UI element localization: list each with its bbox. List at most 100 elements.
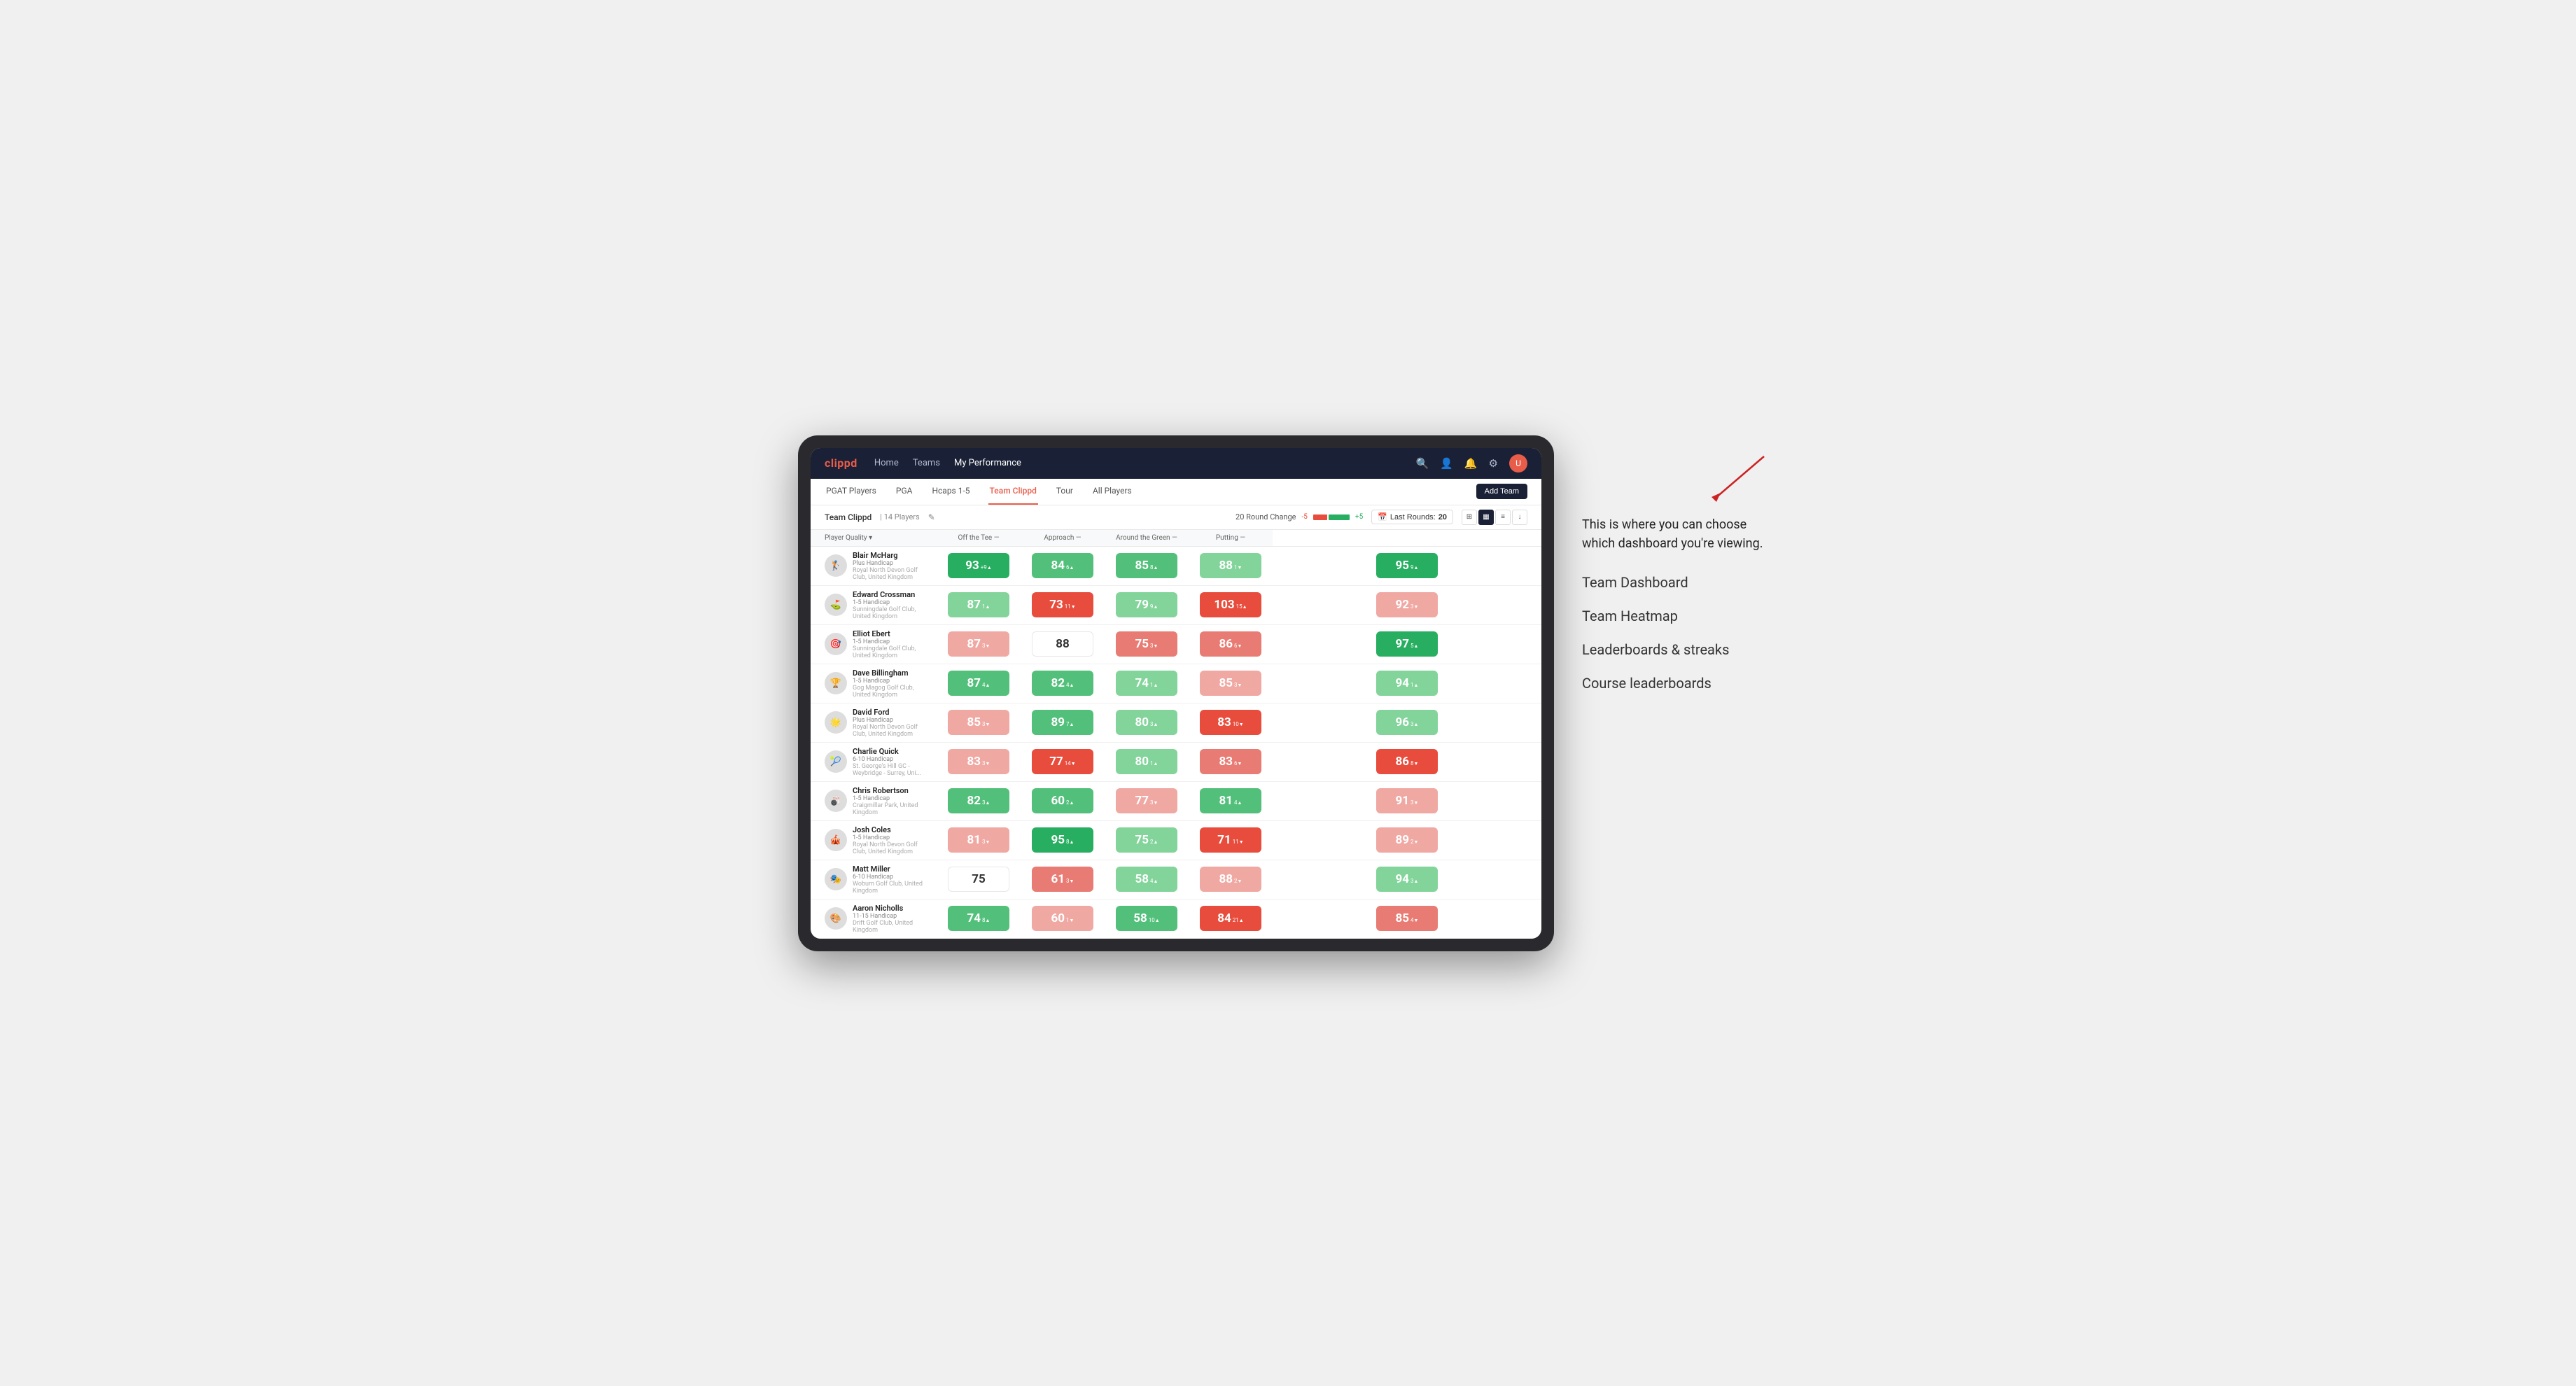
tablet-device: clippd Home Teams My Performance 🔍 👤 🔔 ⚙… <box>798 435 1554 951</box>
score-value: 77 <box>1049 755 1063 769</box>
score-value: 95 <box>1051 833 1065 847</box>
score-change: 3 <box>982 721 990 727</box>
score-change: 1 <box>982 603 990 610</box>
score-box: 60 2 <box>1032 788 1093 813</box>
player-cell: 🏆 Dave Billingham 1-5 Handicap Gog Magog… <box>811 664 937 703</box>
nav-icons: 🔍 👤 🔔 ⚙ U <box>1415 454 1527 472</box>
score-box: 103 15 <box>1200 592 1261 617</box>
score-cell: 103 15 <box>1189 585 1273 624</box>
last-rounds-button[interactable]: 📅 Last Rounds: 20 <box>1371 510 1453 524</box>
table-row[interactable]: 🎯 Elliot Ebert 1-5 Handicap Sunningdale … <box>811 624 1541 664</box>
score-box: 80 1 <box>1116 749 1177 774</box>
sub-nav-tour[interactable]: Tour <box>1055 479 1074 505</box>
sub-nav-teamclippd[interactable]: Team Clippd <box>988 479 1038 505</box>
player-hcp: 1-5 Handicap <box>853 638 931 645</box>
player-info: Aaron Nicholls 11-15 Handicap Drift Golf… <box>853 904 931 934</box>
nav-link-home[interactable]: Home <box>874 455 899 471</box>
score-cell: 92 3 <box>1273 585 1541 624</box>
edit-icon[interactable]: ✎ <box>928 512 935 522</box>
score-cell: 82 4 <box>1021 664 1105 703</box>
list-view-button[interactable]: ≡ <box>1495 510 1511 525</box>
down-arrow <box>986 839 990 845</box>
player-info: Josh Coles 1-5 Handicap Royal North Devo… <box>853 825 931 855</box>
player-avatar: 🎾 <box>825 750 847 773</box>
player-club: Royal North Devon Golf Club, United King… <box>853 841 931 855</box>
settings-icon[interactable]: ⚙ <box>1489 457 1498 470</box>
col-header-offtee: Off the Tee — <box>937 530 1021 547</box>
score-box: 80 3 <box>1116 710 1177 735</box>
up-arrow <box>1154 564 1158 570</box>
score-cell: 77 14 <box>1021 742 1105 781</box>
up-arrow <box>1154 603 1158 610</box>
heatmap-view-button[interactable]: ▦ <box>1478 510 1494 525</box>
down-arrow <box>1238 564 1242 570</box>
score-value: 103 <box>1214 598 1234 612</box>
up-arrow <box>986 603 990 610</box>
nav-link-teams[interactable]: Teams <box>913 455 940 471</box>
score-change: 3 <box>982 839 990 845</box>
up-arrow <box>1154 721 1158 727</box>
table-row[interactable]: 🎨 Aaron Nicholls 11-15 Handicap Drift Go… <box>811 899 1541 938</box>
annotation-arrow <box>1582 449 1778 508</box>
sub-nav-pgat[interactable]: PGAT Players <box>825 479 878 505</box>
score-change: 3 <box>1410 799 1418 806</box>
player-avatar: ⛳ <box>825 594 847 616</box>
score-box: 89 2 <box>1376 827 1438 853</box>
profile-icon[interactable]: 👤 <box>1440 457 1453 470</box>
score-value: 77 <box>1135 794 1149 808</box>
up-arrow <box>986 682 990 688</box>
score-cell: 94 1 <box>1273 664 1541 703</box>
score-change: 8 <box>982 917 990 923</box>
bar-green <box>1329 514 1350 520</box>
score-cell: 80 1 <box>1105 742 1189 781</box>
score-cell: 73 11 <box>1021 585 1105 624</box>
score-change: 2 <box>1066 799 1074 806</box>
table-row[interactable]: 🎳 Chris Robertson 1-5 Handicap Craigmill… <box>811 781 1541 820</box>
score-value: 95 <box>1396 559 1410 573</box>
bell-icon[interactable]: 🔔 <box>1464 457 1478 470</box>
table-row[interactable]: 🏌 Blair McHarg Plus Handicap Royal North… <box>811 546 1541 585</box>
last-rounds-label: Last Rounds: <box>1390 513 1436 522</box>
player-name: Josh Coles <box>853 825 931 834</box>
sub-nav-pga[interactable]: PGA <box>895 479 914 505</box>
score-value: 80 <box>1135 755 1149 769</box>
nav-link-myperformance[interactable]: My Performance <box>954 455 1021 471</box>
up-arrow <box>1242 603 1247 610</box>
score-value: 84 <box>1051 559 1065 573</box>
table-row[interactable]: 🎭 Matt Miller 6-10 Handicap Woburn Golf … <box>811 860 1541 899</box>
score-cell: 74 8 <box>937 899 1021 938</box>
download-button[interactable]: ↓ <box>1512 510 1527 525</box>
player-club: Royal North Devon Golf Club, United King… <box>853 724 931 738</box>
down-arrow <box>1414 917 1419 923</box>
sub-nav-hcaps[interactable]: Hcaps 1-5 <box>930 479 971 505</box>
player-club: St. George's Hill GC - Weybridge - Surre… <box>853 763 931 777</box>
avatar[interactable]: U <box>1509 454 1527 472</box>
score-change: 3 <box>1150 721 1158 727</box>
add-team-button[interactable]: Add Team <box>1476 484 1527 499</box>
score-cell: 84 21 <box>1189 899 1273 938</box>
player-name: Dave Billingham <box>853 668 931 678</box>
score-change: 1 <box>1234 564 1242 570</box>
grid-view-button[interactable]: ⊞ <box>1462 510 1477 525</box>
up-arrow <box>1414 564 1419 570</box>
player-club: Drift Golf Club, United Kingdom <box>853 920 931 934</box>
score-box: 71 11 <box>1200 827 1261 853</box>
score-value: 85 <box>1135 559 1149 573</box>
player-club: Gog Magog Golf Club, United Kingdom <box>853 685 931 699</box>
annotation-intro-text: This is where you can choose which dashb… <box>1582 515 1778 553</box>
table-row[interactable]: ⛳ Edward Crossman 1-5 Handicap Sunningda… <box>811 585 1541 624</box>
sub-nav-allplayers[interactable]: All Players <box>1091 479 1133 505</box>
score-box: 96 3 <box>1376 710 1438 735</box>
search-icon[interactable]: 🔍 <box>1415 457 1429 470</box>
table-row[interactable]: 🏆 Dave Billingham 1-5 Handicap Gog Magog… <box>811 664 1541 703</box>
player-info: Dave Billingham 1-5 Handicap Gog Magog G… <box>853 668 931 699</box>
table-row[interactable]: 🎾 Charlie Quick 6-10 Handicap St. George… <box>811 742 1541 781</box>
table-row[interactable]: 🌟 David Ford Plus Handicap Royal North D… <box>811 703 1541 742</box>
score-cell: 79 9 <box>1105 585 1189 624</box>
table-row[interactable]: 🎪 Josh Coles 1-5 Handicap Royal North De… <box>811 820 1541 860</box>
range-high: +5 <box>1355 513 1363 521</box>
team-count: | 14 Players <box>880 512 919 522</box>
annotation-item-2: Leaderboards & streaks <box>1582 641 1778 658</box>
score-value: 87 <box>967 598 981 612</box>
score-change: 2 <box>1150 839 1158 845</box>
